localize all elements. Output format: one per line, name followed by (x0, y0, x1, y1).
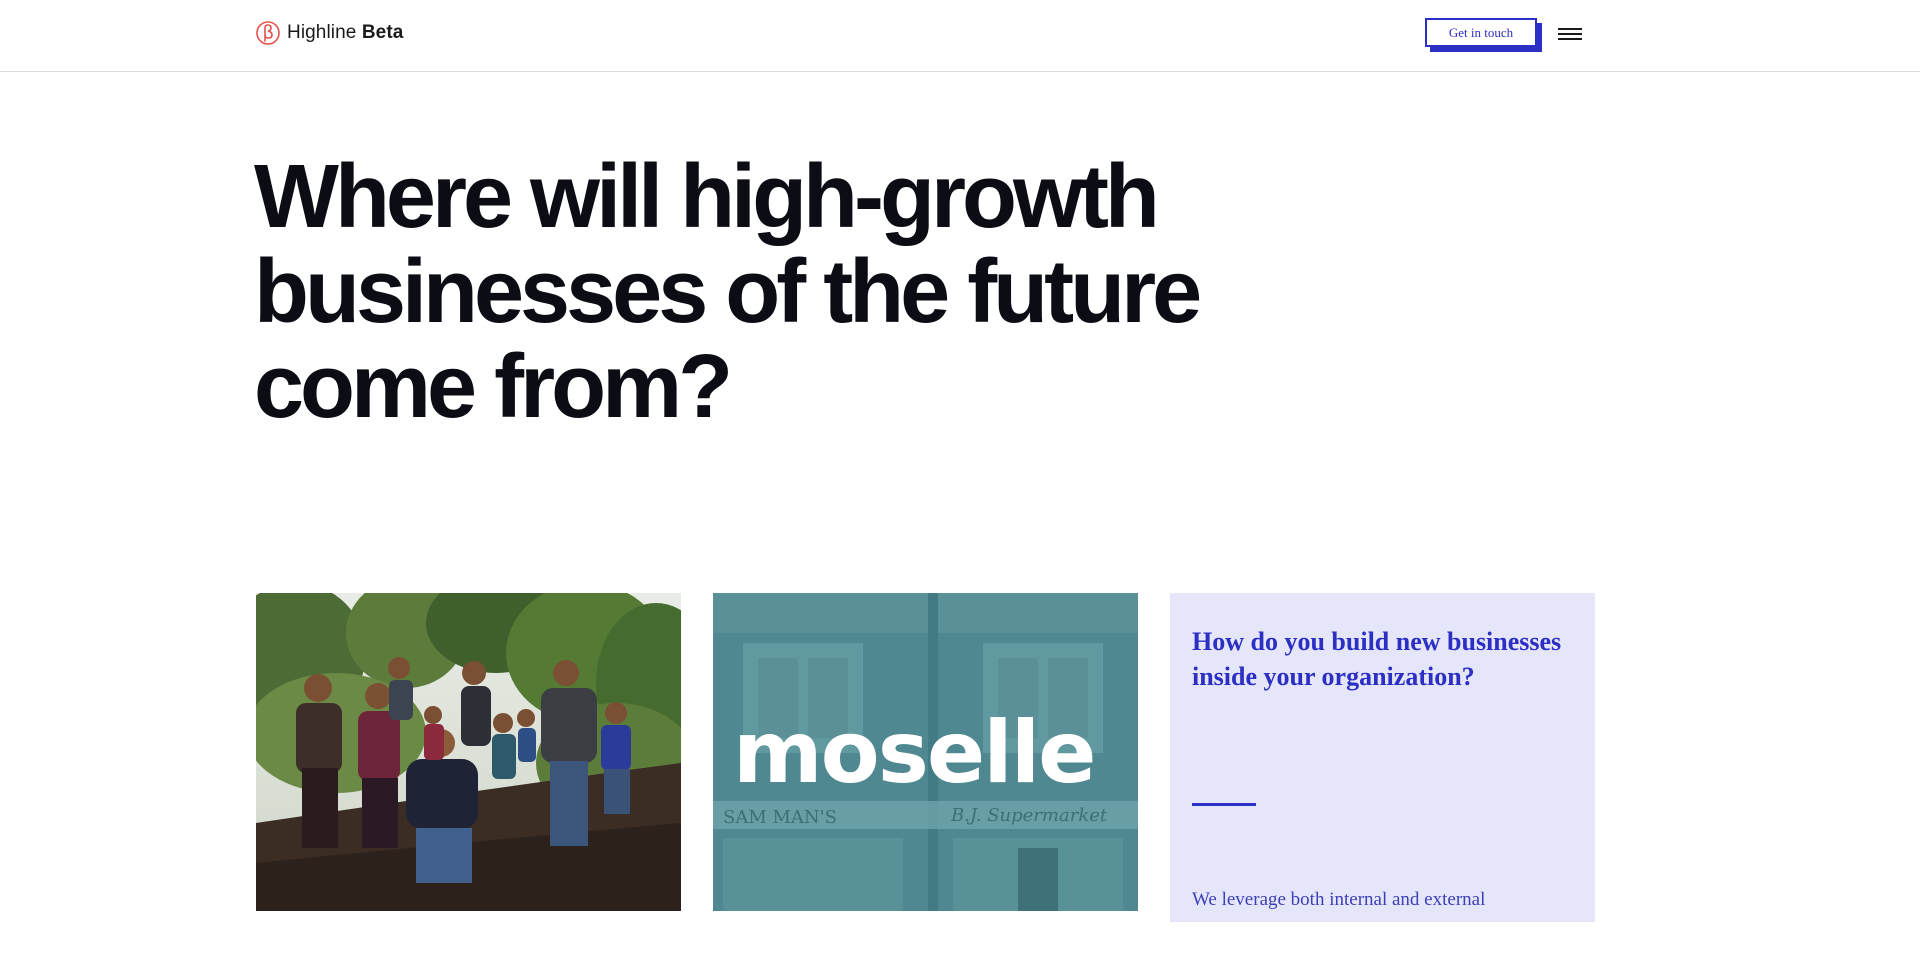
build-businesses-card[interactable]: How do you build new businesses inside y… (1170, 593, 1595, 922)
get-in-touch-button[interactable]: Get in touch (1425, 18, 1537, 47)
hamburger-menu-icon[interactable] (1558, 26, 1582, 42)
moselle-wordmark: moselle (733, 703, 1096, 803)
beta-logo-icon (256, 21, 280, 45)
logo-text-light: Highline (287, 22, 357, 43)
team-photo-card[interactable] (256, 593, 681, 911)
group-photo (256, 593, 681, 911)
menu-bar (1558, 38, 1582, 40)
logo-text-bold: Beta (361, 22, 404, 43)
menu-bar (1558, 33, 1582, 35)
card-body-text: We leverage both internal and external (1192, 889, 1486, 910)
hero-title: Where will high-growth businesses of the… (254, 147, 1202, 437)
moselle-case-card[interactable]: SAM MAN'S B.J. Supermarket moselle (713, 593, 1138, 911)
highline-beta-logo[interactable]: Highline Beta (255, 20, 403, 46)
logo-wordmark: Highline Beta (287, 22, 403, 44)
svg-text:B.J. Supermarket: B.J. Supermarket (950, 805, 1108, 826)
menu-bar (1558, 28, 1582, 30)
card-question: How do you build new businesses inside y… (1192, 627, 1562, 691)
site-header: Highline Beta Get in touch (0, 0, 1920, 72)
get-in-touch-wrapper: Get in touch (1425, 18, 1542, 52)
svg-text:SAM MAN'S: SAM MAN'S (723, 807, 837, 828)
card-divider (1192, 803, 1256, 806)
